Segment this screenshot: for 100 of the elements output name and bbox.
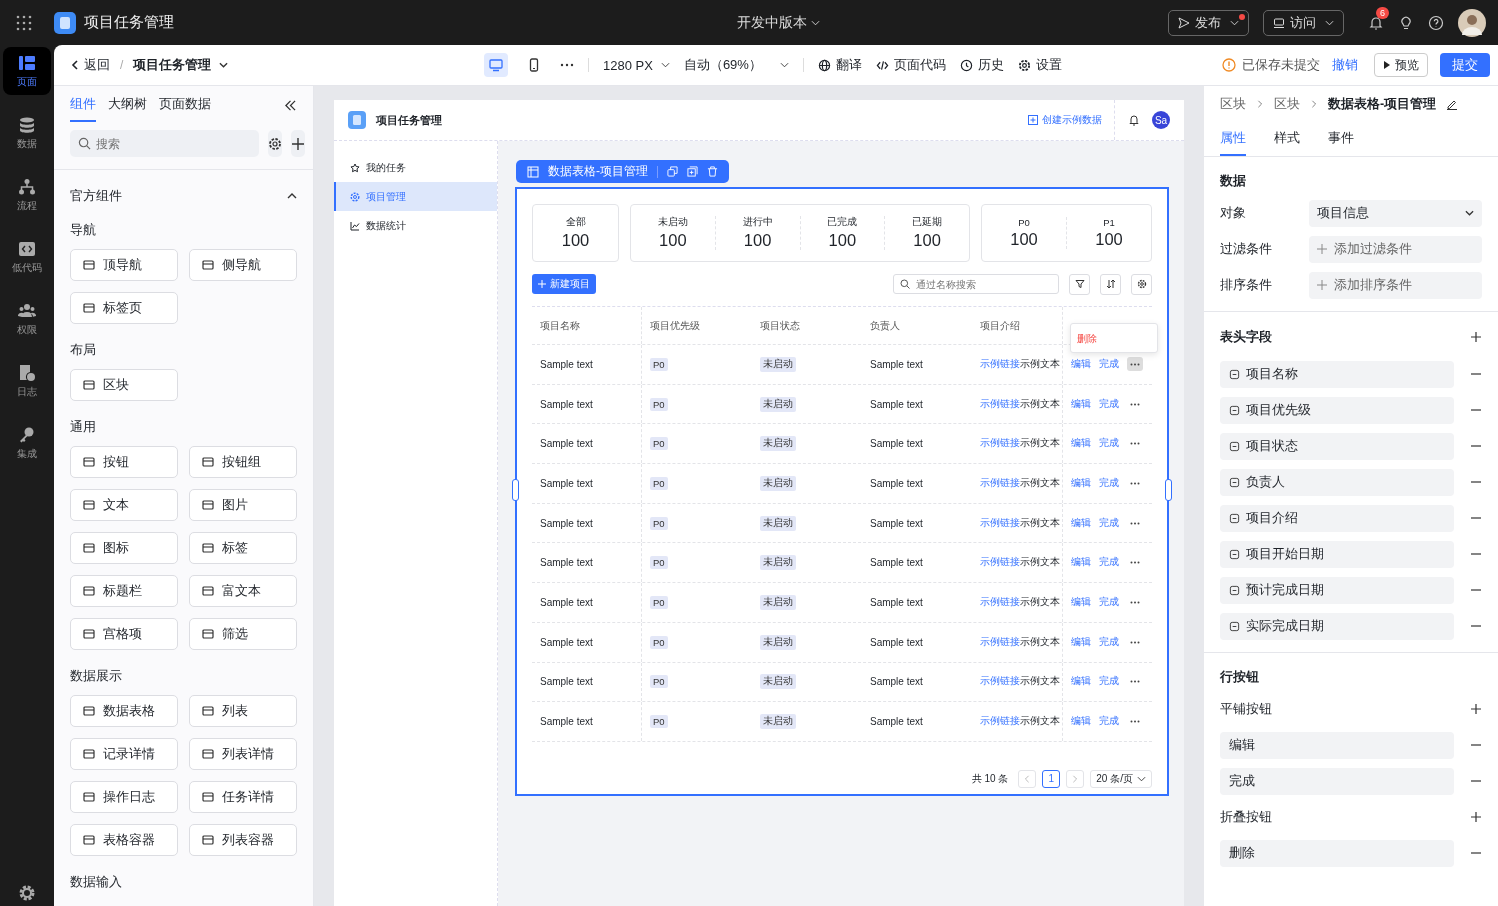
- component-item[interactable]: 标题栏: [70, 575, 178, 607]
- component-item[interactable]: 标签: [189, 532, 297, 564]
- copy-icon[interactable]: [667, 166, 678, 177]
- panel-tab[interactable]: 事件: [1328, 122, 1354, 156]
- delete-icon[interactable]: [707, 166, 718, 177]
- row-action-link[interactable]: 完成: [1099, 397, 1119, 411]
- row-action-link[interactable]: 编辑: [1071, 516, 1091, 530]
- settings-button[interactable]: [268, 130, 282, 157]
- sample-link[interactable]: 示例链接: [980, 595, 1020, 609]
- add-icon[interactable]: [1470, 811, 1482, 823]
- component-item[interactable]: 按钮组: [189, 446, 297, 478]
- sample-link[interactable]: 示例链接: [980, 675, 1020, 689]
- page-code-button[interactable]: 页面代码: [875, 56, 946, 74]
- create-sample-data-link[interactable]: 创建示例数据: [1028, 113, 1102, 127]
- duplicate-icon[interactable]: [687, 166, 698, 177]
- field-item[interactable]: 项目名称: [1220, 360, 1454, 388]
- panel-tab[interactable]: 组件: [70, 88, 96, 122]
- row-action-link[interactable]: 完成: [1099, 437, 1119, 451]
- width-dropdown[interactable]: 1280 PX: [603, 57, 670, 73]
- row-action-link[interactable]: 编辑: [1071, 476, 1091, 490]
- row-action-link[interactable]: 编辑: [1071, 715, 1091, 729]
- sample-link[interactable]: 示例链接: [980, 476, 1020, 490]
- new-project-button[interactable]: 新建项目: [532, 274, 596, 294]
- component-item[interactable]: 富文本: [189, 575, 297, 607]
- lightbulb-icon[interactable]: [1398, 14, 1414, 31]
- field-item[interactable]: 项目开始日期: [1220, 540, 1454, 568]
- nav-item[interactable]: 我的任务: [334, 153, 497, 182]
- page-button[interactable]: 1: [1042, 769, 1061, 788]
- row-action-link[interactable]: 编辑: [1071, 556, 1091, 570]
- sample-link[interactable]: 示例链接: [980, 397, 1020, 411]
- row-button-item[interactable]: 完成: [1220, 767, 1454, 795]
- help-icon[interactable]: [1428, 14, 1444, 31]
- sample-link[interactable]: 示例链接: [980, 357, 1020, 371]
- row-action-link[interactable]: 编辑: [1071, 397, 1091, 411]
- row-action-link[interactable]: 完成: [1099, 675, 1119, 689]
- translate-button[interactable]: 翻译: [817, 56, 862, 74]
- search-field[interactable]: 通过名称搜索: [893, 274, 1059, 294]
- row-action-link[interactable]: 完成: [1099, 715, 1119, 729]
- history-button[interactable]: 历史: [959, 56, 1004, 74]
- add-condition-button[interactable]: 添加过滤条件: [1309, 235, 1482, 263]
- add-icon[interactable]: [1470, 703, 1482, 715]
- breadcrumb-item[interactable]: 区块: [1220, 95, 1246, 113]
- rail-item[interactable]: 日志: [3, 357, 51, 405]
- undo-button[interactable]: 撤销: [1332, 56, 1358, 74]
- sort-button[interactable]: [1100, 273, 1121, 295]
- publish-button[interactable]: 发布: [1168, 9, 1249, 36]
- object-select[interactable]: 项目信息: [1309, 199, 1482, 227]
- filter-button[interactable]: [1069, 273, 1090, 295]
- component-item[interactable]: 侧导航: [189, 249, 297, 281]
- edit-icon[interactable]: [1446, 98, 1459, 110]
- component-item[interactable]: 表格容器: [70, 824, 178, 856]
- component-item[interactable]: 标签页: [70, 292, 178, 324]
- notification-icon[interactable]: [1368, 14, 1384, 31]
- panel-tab[interactable]: 大纲树: [108, 88, 147, 122]
- row-action-link[interactable]: 完成: [1099, 635, 1119, 649]
- back-button[interactable]: 返回: [70, 56, 110, 74]
- nav-item[interactable]: 项目管理: [334, 182, 497, 211]
- visit-button[interactable]: 访问: [1263, 9, 1344, 36]
- preview-button[interactable]: 预览: [1374, 53, 1428, 77]
- collapse-icon[interactable]: [284, 99, 297, 111]
- component-item[interactable]: 记录详情: [70, 738, 178, 770]
- sample-link[interactable]: 示例链接: [980, 635, 1020, 649]
- search-field[interactable]: 搜索: [70, 130, 259, 157]
- zoom-dropdown[interactable]: 自动（69%）: [683, 56, 789, 74]
- field-item[interactable]: 负责人: [1220, 468, 1454, 496]
- apps-grid-icon[interactable]: [16, 14, 32, 31]
- rail-item[interactable]: 低代码: [3, 233, 51, 281]
- field-item[interactable]: 实际完成日期: [1220, 612, 1454, 640]
- row-action-link[interactable]: 编辑: [1071, 357, 1091, 371]
- page-size-dropdown[interactable]: 20 条/页: [1090, 769, 1152, 788]
- row-action-link[interactable]: 完成: [1099, 476, 1119, 490]
- row-action-link[interactable]: 完成: [1099, 595, 1119, 609]
- field-item[interactable]: 项目优先级: [1220, 396, 1454, 424]
- row-action-link[interactable]: 完成: [1099, 516, 1119, 530]
- field-item[interactable]: 项目介绍: [1220, 504, 1454, 532]
- component-item[interactable]: 列表详情: [189, 738, 297, 770]
- row-action-link[interactable]: 编辑: [1071, 595, 1091, 609]
- component-item[interactable]: 任务详情: [189, 781, 297, 813]
- component-item[interactable]: 宫格项: [70, 618, 178, 650]
- settings-icon[interactable]: [18, 884, 36, 902]
- submit-button[interactable]: 提交: [1440, 53, 1490, 77]
- component-item[interactable]: 列表: [189, 695, 297, 727]
- more-actions-button[interactable]: [1127, 357, 1143, 372]
- component-item[interactable]: 操作日志: [70, 781, 178, 813]
- sample-link[interactable]: 示例链接: [980, 556, 1020, 570]
- component-item[interactable]: 文本: [70, 489, 178, 521]
- rail-item[interactable]: 流程: [3, 171, 51, 219]
- nav-item[interactable]: 数据统计: [334, 211, 497, 240]
- component-item[interactable]: 顶导航: [70, 249, 178, 281]
- section-header[interactable]: 官方组件: [70, 174, 297, 218]
- page-selector[interactable]: 项目任务管理: [133, 56, 229, 74]
- panel-tab[interactable]: 页面数据: [159, 88, 211, 122]
- field-item[interactable]: 预计完成日期: [1220, 576, 1454, 604]
- component-item[interactable]: 数据表格: [70, 695, 178, 727]
- settings-button[interactable]: 设置: [1017, 56, 1062, 74]
- settings-button[interactable]: [1131, 273, 1152, 295]
- row-action-link[interactable]: 完成: [1099, 556, 1119, 570]
- rail-item[interactable]: 页面: [3, 47, 51, 95]
- add-button[interactable]: [291, 130, 305, 157]
- desktop-view-button[interactable]: [484, 53, 508, 77]
